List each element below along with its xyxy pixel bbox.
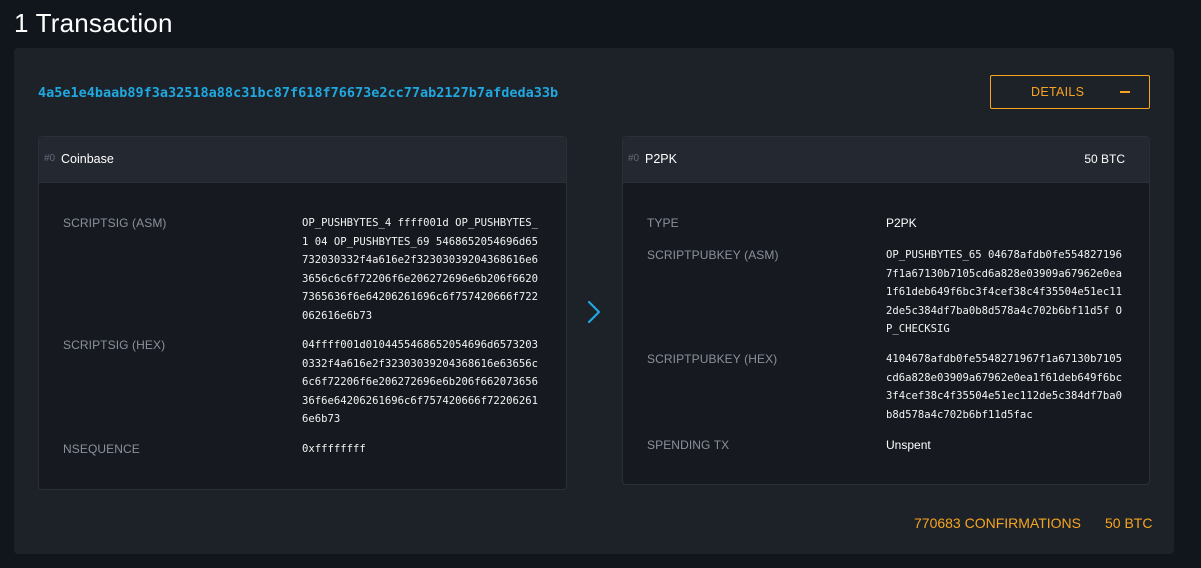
scriptpubkey-asm-label: SCRIPTPUBKEY (ASM) xyxy=(647,248,779,262)
scriptpubkey-hex-label: SCRIPTPUBKEY (HEX) xyxy=(647,352,778,366)
transaction-card: 4a5e1e4baab89f3a32518a88c31bc87f618f7667… xyxy=(14,48,1174,554)
scriptpubkey-asm-value: OP_PUSHBYTES_65 04678afdb0fe5548271967f1… xyxy=(886,249,1122,335)
scriptpubkey-hex-value: 4104678afdb0fe5548271967f1a67130b7105cd6… xyxy=(886,353,1122,421)
txid-link[interactable]: 4a5e1e4baab89f3a32518a88c31bc87f618f7667… xyxy=(38,85,558,101)
details-toggle-button[interactable]: DETAILS xyxy=(990,75,1150,109)
output-value: 50 BTC xyxy=(1084,152,1125,166)
confirmations-count: 770683 CONFIRMATIONS xyxy=(914,515,1082,531)
output-header: #0 P2PK 50 BTC xyxy=(623,137,1149,183)
nsequence-value: 0xffffffff xyxy=(302,443,366,455)
nsequence-label: NSEQUENCE xyxy=(63,442,140,456)
minus-icon xyxy=(1120,91,1130,93)
type-label: TYPE xyxy=(647,216,679,230)
input-index: #0 xyxy=(44,153,56,164)
scriptsig-hex-value: 04ffff001d0104455468652054696d6573203033… xyxy=(302,339,538,425)
type-value: P2PK xyxy=(886,216,917,230)
spending-tx-value: Unspent xyxy=(886,438,931,452)
spending-tx-label: SPENDING TX xyxy=(647,438,730,452)
chevron-right-icon xyxy=(587,300,601,324)
output-type: P2PK xyxy=(645,152,677,166)
input-header: #0 Coinbase xyxy=(39,137,566,183)
details-button-label: DETAILS xyxy=(1031,85,1085,99)
input-type: Coinbase xyxy=(61,152,114,166)
output-box: #0 P2PK 50 BTC TYPE P2PK SCRIPTPUBKEY (A… xyxy=(622,136,1150,485)
output-index: #0 xyxy=(628,153,640,164)
scriptsig-asm-value: OP_PUSHBYTES_4 ffff001d OP_PUSHBYTES_1 0… xyxy=(302,217,538,322)
input-box: #0 Coinbase SCRIPTSIG (ASM) OP_PUSHBYTES… xyxy=(38,136,567,490)
page-title: 1 Transaction xyxy=(14,8,173,38)
scriptsig-asm-label: SCRIPTSIG (ASM) xyxy=(63,216,167,230)
scriptsig-hex-label: SCRIPTSIG (HEX) xyxy=(63,338,166,352)
total-value: 50 BTC xyxy=(1105,515,1153,531)
